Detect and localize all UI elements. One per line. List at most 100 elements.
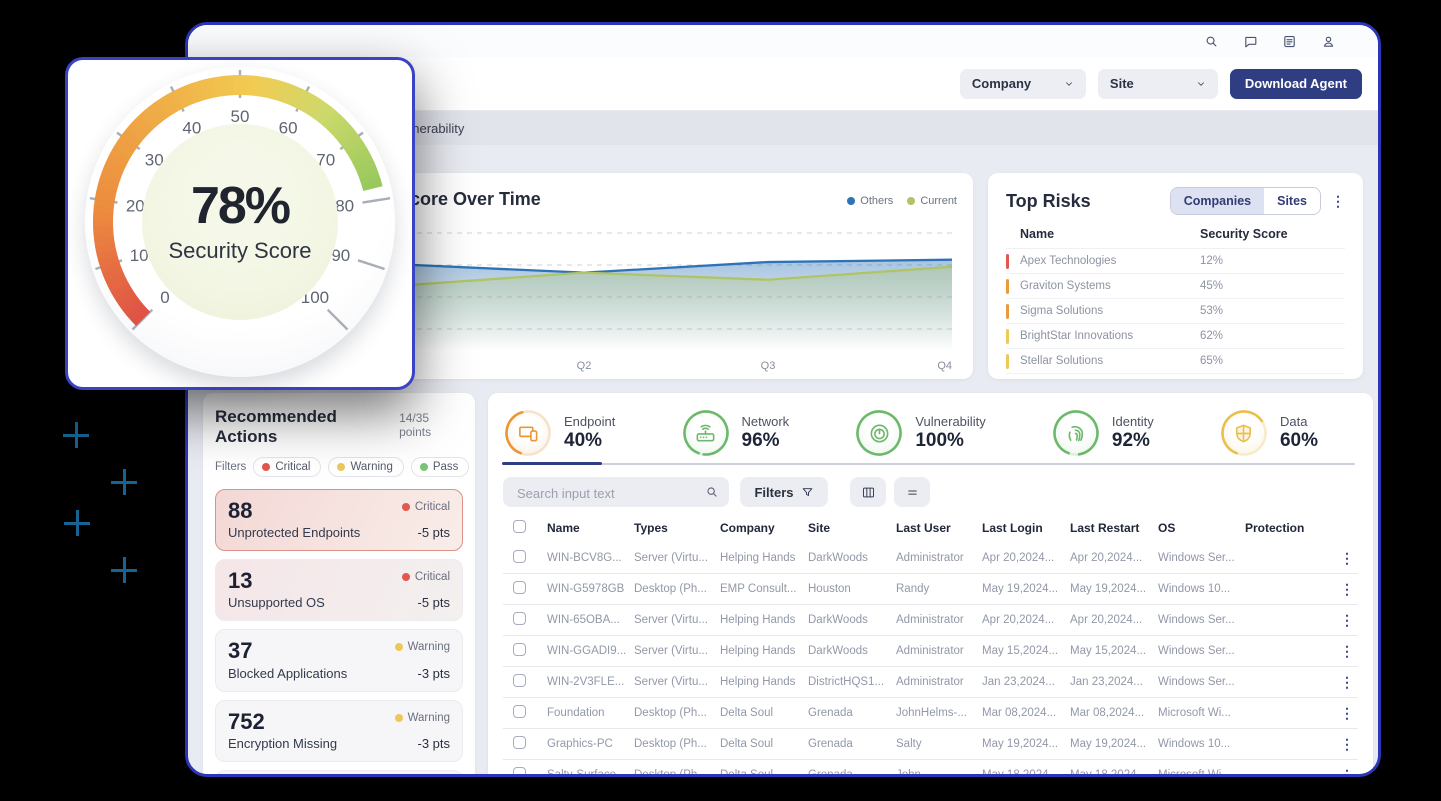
columns-button[interactable] [850, 477, 886, 507]
action-status: Critical [402, 571, 450, 583]
select-all-checkbox[interactable] [513, 520, 526, 533]
cell: Desktop (Ph... [634, 707, 720, 719]
row-checkbox[interactable] [513, 705, 526, 718]
chevron-down-icon [1064, 79, 1074, 89]
search-icon[interactable] [1204, 34, 1219, 49]
risks-col-name: Name [1020, 227, 1200, 241]
plus-decoration [111, 469, 137, 495]
table-row[interactable]: WIN-2V3FLE...Server (Virtu...Helping Han… [503, 666, 1358, 697]
filter-chip-critical[interactable]: Critical [253, 457, 321, 477]
gauge-value: 78% [191, 180, 289, 232]
top-risk-row[interactable]: Sigma Solutions53% [1006, 299, 1345, 324]
row-checkbox[interactable] [513, 767, 526, 777]
cell: WIN-G5978GB [547, 583, 634, 595]
risks-view-toggle: Companies Sites [1170, 187, 1321, 215]
filter-chip-warning[interactable]: Warning [328, 457, 403, 477]
action-status: Warning [395, 712, 450, 724]
chat-icon[interactable] [1243, 34, 1258, 49]
row-menu-icon[interactable] [1340, 644, 1358, 658]
cell: WIN-2V3FLE... [547, 676, 634, 688]
cell: WIN-BCV8G... [547, 552, 634, 564]
action-count: 752 [228, 710, 265, 734]
row-checkbox[interactable] [513, 643, 526, 656]
score-over-time-chart: Q1Q2Q3Q4 [397, 219, 955, 373]
filter-chip-label: Warning [350, 461, 392, 473]
cell: Apr 20,2024... [1070, 614, 1158, 626]
category-label: Network [742, 414, 790, 429]
row-menu-icon[interactable] [1340, 768, 1358, 777]
filter-chip-pass[interactable]: Pass [411, 457, 470, 477]
gauge-center: 78% Security Score [142, 124, 338, 320]
action-points: -3 pts [417, 736, 450, 751]
action-cards-list: 88CriticalUnprotected Endpoints-5 pts 13C… [215, 489, 463, 777]
action-points: -5 pts [417, 595, 450, 610]
security-score-gauge: 0102030405060708090100 78% Security Scor… [91, 73, 389, 371]
category-tab-data[interactable]: Data60% [1220, 409, 1318, 457]
identity-icon [1052, 409, 1100, 457]
risk-score: 65% [1200, 355, 1345, 367]
cell: DistrictHQS1... [808, 676, 896, 688]
column-header: Site [808, 521, 896, 535]
action-card[interactable]: 37WarningBlocked Applications-3 pts [215, 629, 463, 691]
svg-text:Q2: Q2 [577, 360, 592, 372]
security-score-gauge-card: 0102030405060708090100 78% Security Scor… [65, 57, 415, 390]
cell: May 19,2024... [982, 738, 1070, 750]
tab-companies[interactable]: Companies [1171, 188, 1264, 214]
category-tab-endpoint[interactable]: Endpoint40% [504, 409, 615, 457]
row-checkbox[interactable] [513, 736, 526, 749]
search-input[interactable] [515, 477, 699, 509]
cell: Apr 20,2024... [982, 552, 1070, 564]
row-menu-icon[interactable] [1340, 582, 1358, 596]
row-checkbox[interactable] [513, 612, 526, 625]
filters-button[interactable]: Filters [740, 477, 828, 507]
cell: May 19,2024... [1070, 583, 1158, 595]
tab-sites[interactable]: Sites [1264, 188, 1320, 214]
action-card[interactable]: 53WarningOutdated Agents-5 pts [215, 770, 463, 777]
row-menu-icon[interactable] [1340, 737, 1358, 751]
cell: Mar 08,2024... [982, 707, 1070, 719]
action-card[interactable]: 752WarningEncryption Missing-3 pts [215, 700, 463, 762]
row-checkbox[interactable] [513, 674, 526, 687]
notes-icon[interactable] [1282, 34, 1297, 49]
top-risk-row[interactable]: Graviton Systems45% [1006, 274, 1345, 299]
row-density-button[interactable] [894, 477, 930, 507]
table-row[interactable]: WIN-G5978GBDesktop (Ph...EMP Consult...H… [503, 573, 1358, 604]
action-card[interactable]: 88CriticalUnprotected Endpoints-5 pts [215, 489, 463, 551]
row-checkbox[interactable] [513, 550, 526, 563]
status-dot [402, 573, 410, 581]
row-checkbox[interactable] [513, 581, 526, 594]
vulnerability-icon [855, 409, 903, 457]
action-filters: Filters CriticalWarningPass [215, 457, 463, 477]
site-dropdown[interactable]: Site [1098, 69, 1218, 99]
category-tab-identity[interactable]: Identity92% [1052, 409, 1154, 457]
action-card[interactable]: 13CriticalUnsupported OS-5 pts [215, 559, 463, 621]
category-tab-network[interactable]: Network96% [682, 409, 790, 457]
action-status: Critical [402, 501, 450, 513]
table-row[interactable]: WIN-65OBA...Server (Virtu...Helping Hand… [503, 604, 1358, 635]
legend-label: Others [860, 195, 893, 207]
row-menu-icon[interactable] [1340, 613, 1358, 627]
user-icon[interactable] [1321, 34, 1336, 49]
more-menu-icon[interactable] [1331, 194, 1345, 208]
company-dropdown[interactable]: Company [960, 69, 1086, 99]
recommended-actions-panel: Recommended Actions 14/35 points Filters… [203, 393, 475, 777]
download-agent-button[interactable]: Download Agent [1230, 69, 1362, 99]
svg-text:80: 80 [335, 196, 354, 215]
cell: Desktop (Ph... [634, 769, 720, 777]
top-risk-row[interactable]: BrightStar Innovations62% [1006, 324, 1345, 349]
cell: Grenada [808, 769, 896, 777]
table-row[interactable]: Salty-SurfaceDesktop (Ph...Delta SoulGre… [503, 759, 1358, 777]
top-risk-row[interactable]: Apex Technologies12% [1006, 249, 1345, 274]
table-row[interactable]: WIN-BCV8G...Server (Virtu...Helping Hand… [503, 543, 1358, 573]
row-menu-icon[interactable] [1340, 675, 1358, 689]
table-row[interactable]: Graphics-PCDesktop (Ph...Delta SoulGrena… [503, 728, 1358, 759]
site-dropdown-label: Site [1110, 76, 1134, 91]
category-tab-vulnerability[interactable]: Vulnerability100% [855, 409, 985, 457]
cell: Jan 23,2024... [982, 676, 1070, 688]
table-row[interactable]: WIN-GGADI9...Server (Virtu...Helping Han… [503, 635, 1358, 666]
table-row[interactable]: FoundationDesktop (Ph...Delta SoulGrenad… [503, 697, 1358, 728]
row-menu-icon[interactable] [1340, 551, 1358, 565]
top-risk-row[interactable]: Stellar Solutions65% [1006, 349, 1345, 374]
cell: Delta Soul [720, 769, 808, 777]
row-menu-icon[interactable] [1340, 706, 1358, 720]
